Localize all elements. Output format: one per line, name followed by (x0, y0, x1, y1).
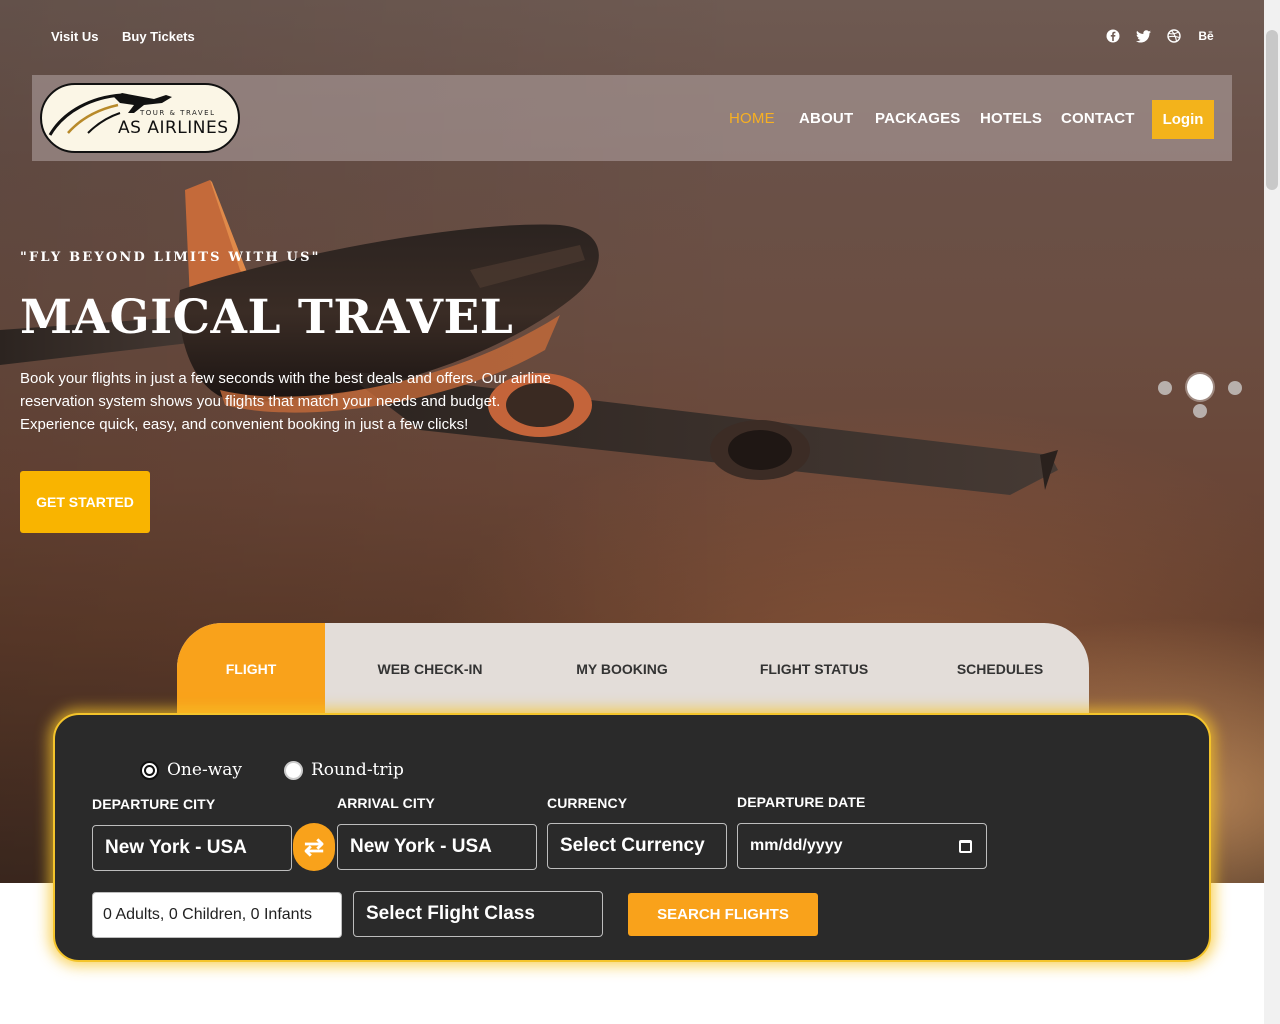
visit-us-link[interactable]: Visit Us (51, 29, 98, 44)
tab-web-check-in[interactable]: WEB CHECK-IN (325, 623, 535, 715)
search-flights-button[interactable]: SEARCH FLIGHTS (628, 893, 818, 936)
slider-dot-active[interactable] (1187, 374, 1213, 400)
navbar: TOUR & TRAVEL AS AIRLINES HOME ABOUT PAC… (32, 75, 1232, 161)
as-airlines-logo[interactable]: TOUR & TRAVEL AS AIRLINES (40, 83, 240, 153)
slider-dot-bottom[interactable] (1193, 404, 1207, 418)
buy-tickets-link[interactable]: Buy Tickets (122, 29, 195, 44)
nav-hotels[interactable]: HOTELS (980, 110, 1042, 127)
tab-my-booking[interactable]: MY BOOKING (525, 623, 719, 715)
departure-date-placeholder: mm/dd/yyyy (750, 837, 843, 854)
tab-flight[interactable]: FLIGHT (177, 623, 325, 715)
round-trip-label: Round-trip (311, 760, 404, 780)
page: Visit Us Buy Tickets Bē TOUR & TRAVEL AS… (0, 0, 1280, 1024)
calendar-icon[interactable] (959, 839, 972, 853)
hero-description: Book your flights in just a few seconds … (20, 370, 551, 433)
one-way-label: One-way (167, 760, 242, 780)
currency-select[interactable]: Select Currency (547, 823, 727, 869)
departure-city-select[interactable]: New York - USA (92, 825, 292, 871)
nav-about[interactable]: ABOUT (799, 110, 853, 127)
scrollbar-thumb[interactable] (1266, 30, 1278, 190)
arrival-city-select[interactable]: New York - USA (337, 824, 537, 870)
behance-icon[interactable]: Bē (1196, 28, 1216, 44)
passengers-input[interactable]: 0 Adults, 0 Children, 0 Infants (92, 892, 342, 938)
departure-date-label: DEPARTURE DATE (737, 794, 866, 810)
dribbble-icon[interactable] (1166, 28, 1182, 44)
twitter-icon[interactable] (1135, 28, 1151, 44)
flight-class-select[interactable]: Select Flight Class (353, 891, 603, 937)
swap-cities-icon[interactable]: ⇄ (293, 823, 335, 871)
nav-contact[interactable]: CONTACT (1061, 110, 1135, 127)
get-started-button[interactable]: GET STARTED (20, 471, 150, 533)
hero-tagline: "FLY BEYOND LIMITS WITH US" (20, 250, 321, 265)
logo-tagline: TOUR & TRAVEL (140, 109, 216, 117)
arrival-city-label: ARRIVAL CITY (337, 795, 435, 811)
nav-home[interactable]: HOME (729, 110, 775, 127)
tab-schedules[interactable]: SCHEDULES (905, 623, 1089, 715)
one-way-radio[interactable]: One-way (140, 760, 242, 780)
page-scrollbar[interactable] (1264, 0, 1280, 1024)
tab-flight-status[interactable]: FLIGHT STATUS (717, 623, 911, 715)
slider-dot-prev[interactable] (1158, 381, 1172, 395)
hero-headline: MAGICAL TRAVEL (20, 290, 514, 345)
departure-date-input[interactable]: mm/dd/yyyy (737, 823, 987, 869)
nav-packages[interactable]: PACKAGES (875, 110, 961, 127)
round-trip-radio-circle[interactable] (284, 760, 303, 780)
booking-tabs: FLIGHT WEB CHECK-IN MY BOOKING FLIGHT ST… (177, 623, 1089, 715)
slider-dot-next[interactable] (1228, 381, 1242, 395)
one-way-radio-circle[interactable] (140, 760, 159, 780)
currency-label: CURRENCY (547, 795, 628, 811)
facebook-icon[interactable] (1105, 28, 1121, 44)
login-button[interactable]: Login (1152, 100, 1214, 139)
logo-title: AS AIRLINES (118, 118, 229, 138)
flight-booking-panel: One-way Round-trip DEPARTURE CITY ARRIVA… (53, 713, 1211, 962)
departure-city-label: DEPARTURE CITY (92, 796, 216, 812)
round-trip-radio[interactable]: Round-trip (284, 760, 404, 780)
